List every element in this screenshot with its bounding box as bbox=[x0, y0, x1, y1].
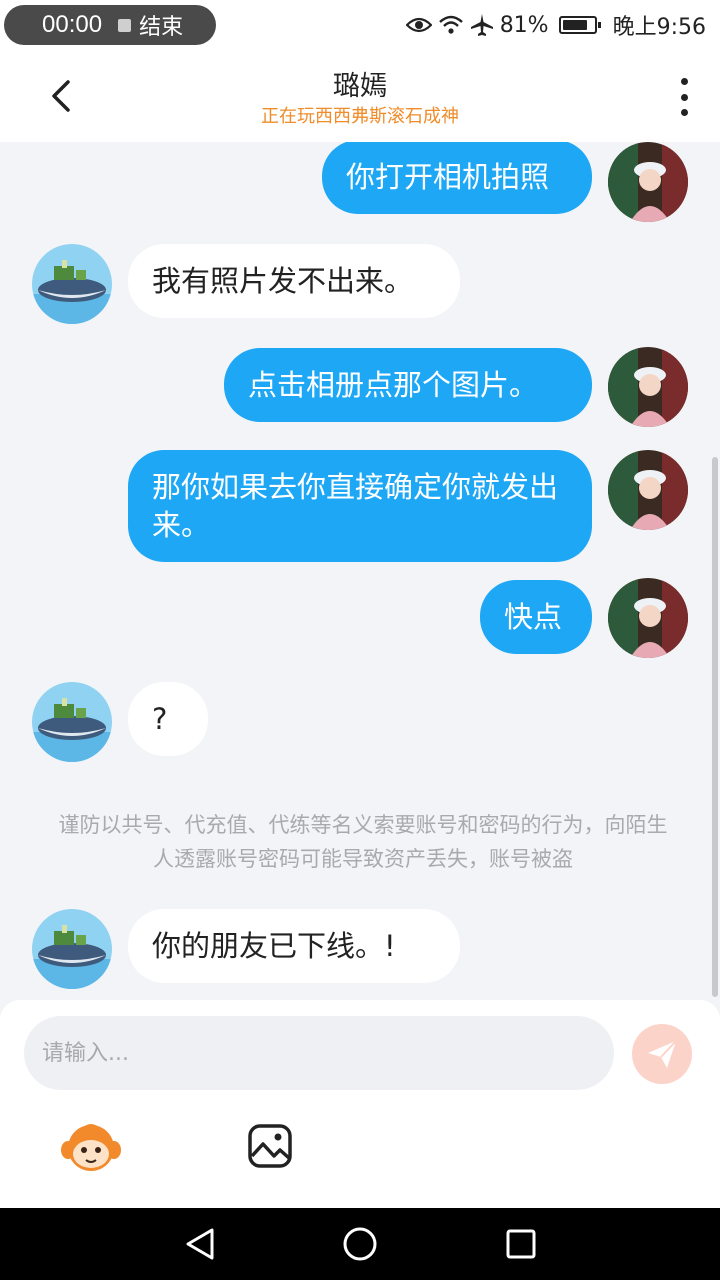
message-text: 你打开相机拍照 bbox=[346, 160, 550, 194]
screen-recording-pill[interactable]: 00:00 结束 bbox=[4, 5, 216, 45]
airplane-icon bbox=[470, 13, 494, 37]
friend-avatar[interactable] bbox=[32, 682, 112, 762]
nav-home-icon[interactable] bbox=[343, 1227, 377, 1265]
eye-icon bbox=[405, 16, 432, 34]
message-bubble-incoming[interactable]: ? bbox=[128, 682, 208, 756]
clock: 晚上9:56 bbox=[612, 15, 706, 40]
battery-icon bbox=[558, 16, 601, 34]
stop-recording-icon bbox=[118, 18, 132, 32]
my-avatar[interactable] bbox=[608, 450, 688, 530]
battery-percent: 81% bbox=[499, 12, 549, 38]
scrollbar[interactable] bbox=[712, 457, 718, 997]
message-text: 点击相册点那个图片。 bbox=[248, 368, 539, 402]
message-bubble-incoming[interactable]: 我有照片发不出来。 bbox=[128, 244, 460, 318]
my-avatar[interactable] bbox=[608, 142, 688, 222]
system-navigation-bar bbox=[0, 1208, 720, 1280]
contact-name: 璐嫣 bbox=[333, 71, 387, 102]
message-bubble-outgoing[interactable]: 点击相册点那个图片。 bbox=[224, 348, 592, 422]
message-text: 我有照片发不出来。 bbox=[152, 264, 414, 298]
my-avatar[interactable] bbox=[608, 578, 688, 658]
image-icon[interactable] bbox=[246, 1122, 294, 1170]
my-avatar[interactable] bbox=[608, 347, 688, 427]
message-text: ? bbox=[152, 702, 168, 736]
nav-back-icon[interactable] bbox=[184, 1227, 216, 1265]
composer bbox=[0, 1000, 720, 1208]
security-warning: 谨防以共号、代充值、代练等名义索要账号和密码的行为，向陌生人透露账号密码可能导致… bbox=[58, 813, 668, 871]
message-text: 快点 bbox=[504, 600, 563, 634]
recording-timer: 00:00 bbox=[42, 11, 103, 38]
more-vertical-icon bbox=[680, 78, 688, 85]
stop-recording-label: 结束 bbox=[139, 15, 184, 40]
message-list[interactable]: 你打开相机拍照 我有照片发不出来。 点击相册点那个图片。 那你如果去你直接确定你… bbox=[0, 142, 720, 1000]
wifi-icon bbox=[438, 15, 464, 35]
message-input[interactable] bbox=[24, 1016, 614, 1090]
message-bubble-outgoing[interactable]: 你打开相机拍照 bbox=[322, 142, 592, 214]
message-bubble-incoming[interactable]: 你的朋友已下线。! bbox=[128, 909, 460, 983]
send-button[interactable] bbox=[632, 1024, 692, 1084]
status-bar: 00:00 结束 81% 晚上9:56 bbox=[0, 0, 720, 50]
chat-header: 璐嫣 正在玩西西弗斯滚石成神 bbox=[0, 50, 720, 142]
friend-avatar[interactable] bbox=[32, 244, 112, 324]
sticker-icon[interactable] bbox=[60, 1118, 122, 1176]
nav-recents-icon[interactable] bbox=[506, 1229, 536, 1263]
contact-status: 正在玩西西弗斯滚石成神 bbox=[261, 106, 459, 127]
message-text: 那你如果去你直接确定你就发出来。 bbox=[152, 470, 559, 542]
friend-avatar[interactable] bbox=[32, 909, 112, 989]
more-options-button[interactable] bbox=[676, 78, 692, 116]
message-text: 你的朋友已下线。! bbox=[152, 929, 396, 963]
message-bubble-outgoing[interactable]: 那你如果去你直接确定你就发出来。 bbox=[128, 450, 592, 562]
message-bubble-outgoing[interactable]: 快点 bbox=[480, 580, 592, 654]
paper-plane-icon bbox=[648, 1040, 677, 1068]
